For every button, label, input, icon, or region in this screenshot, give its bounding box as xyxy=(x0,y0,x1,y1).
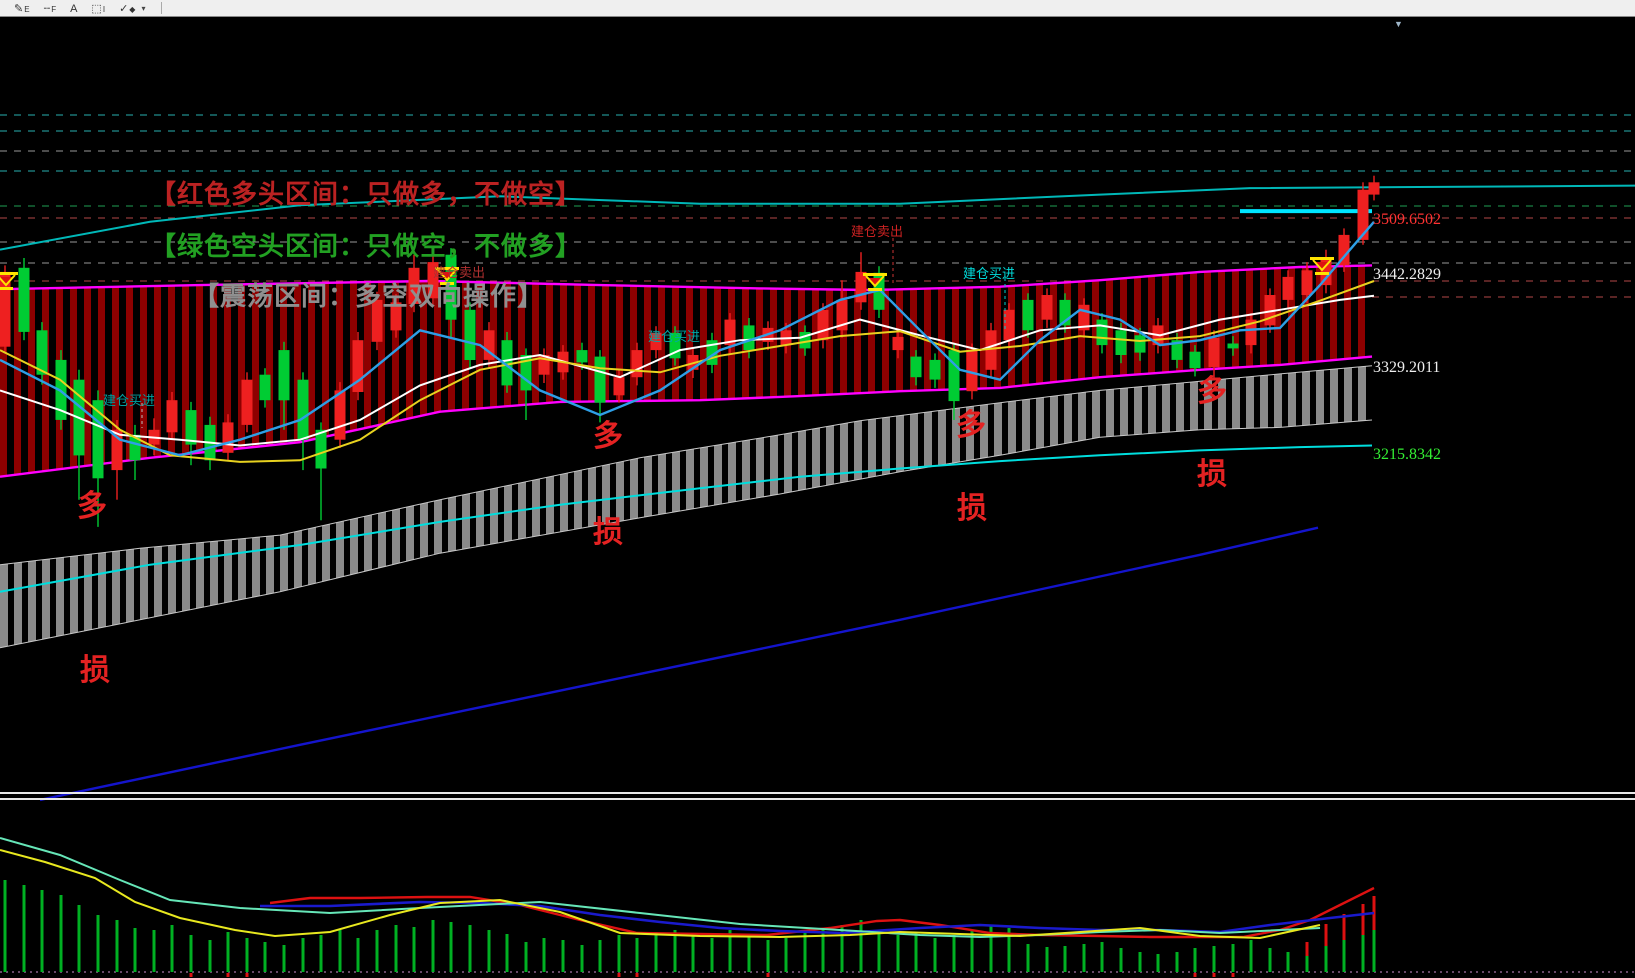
price-level-label: 3215.8342 xyxy=(1373,446,1441,464)
buy-signal-label: 建仓买进 xyxy=(648,326,700,345)
buy-signal-label: 建仓买进 xyxy=(103,390,155,409)
draw-pen-button[interactable]: ✎ E xyxy=(14,1,30,15)
stop-mark: 损 xyxy=(957,483,987,527)
check-icon: ✓ xyxy=(119,4,128,15)
long-mark: 多 xyxy=(593,411,623,455)
info-box-button[interactable]: ⬚ I xyxy=(91,1,105,15)
fibonacci-button[interactable]: ╌ F xyxy=(44,1,57,15)
tool-dropdown-caret-icon[interactable]: ▾ xyxy=(141,4,145,13)
stop-mark: 损 xyxy=(1197,449,1227,493)
dotted-box-icon: ⬚ xyxy=(91,4,101,15)
pen-icon-sub: E xyxy=(24,4,29,15)
sell-signal-label: 建仓卖出 xyxy=(433,262,485,281)
long-mark: 多 xyxy=(77,481,107,525)
fibo-icon-sub: F xyxy=(51,4,56,15)
text-icon: A xyxy=(70,4,77,15)
sell-signal-label: 建仓卖出 xyxy=(851,221,903,240)
range-zone-banner: 【震荡区间：多空双向操作】 xyxy=(193,276,544,313)
box-icon-sub: I xyxy=(103,4,105,15)
price-level-label: 3509.6502 xyxy=(1373,211,1441,229)
pen-icon: ✎ xyxy=(14,4,23,15)
drawing-toolbar: ✎ E ╌ F A ⬚ I ✓ ◆ ▾ xyxy=(0,0,1635,17)
bear-zone-banner: 【绿色空头区间：只做空，不做多】 xyxy=(150,226,582,263)
diamond-icon: ◆ xyxy=(129,4,135,15)
price-level-label: 3442.2829 xyxy=(1373,266,1441,284)
price-level-label: 3329.2011 xyxy=(1373,359,1440,377)
stop-mark: 损 xyxy=(80,645,110,689)
trading-app-window: ✎ E ╌ F A ⬚ I ✓ ◆ ▾ ▼ xyxy=(0,0,1635,978)
bull-zone-banner: 【红色多头区间：只做多，不做空】 xyxy=(150,174,582,211)
main-chart-canvas[interactable] xyxy=(0,0,1635,978)
text-tool-button[interactable]: A xyxy=(70,1,77,15)
panel-collapse-chevron-icon[interactable]: ▼ xyxy=(1394,20,1403,29)
buy-signal-label: 建仓买进 xyxy=(963,263,1015,282)
toolbar-separator xyxy=(161,2,162,14)
dashed-line-icon: ╌ xyxy=(44,4,51,15)
long-mark: 多 xyxy=(1197,366,1227,410)
select-tool-button[interactable]: ✓ ◆ xyxy=(119,1,135,15)
stop-mark: 损 xyxy=(593,507,623,551)
long-mark: 多 xyxy=(956,400,986,444)
